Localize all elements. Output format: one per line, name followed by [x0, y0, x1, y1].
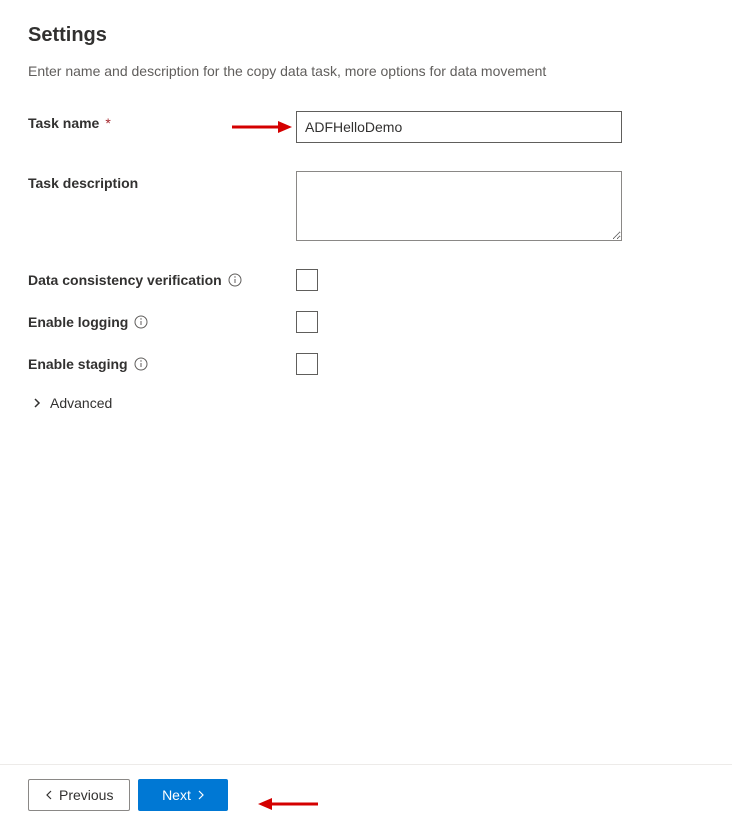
task-description-label: Task description	[28, 171, 296, 191]
task-name-label-text: Task name	[28, 115, 99, 131]
task-description-label-text: Task description	[28, 175, 138, 191]
page-subtitle: Enter name and description for the copy …	[28, 63, 704, 79]
next-button[interactable]: Next	[138, 779, 228, 811]
task-description-row: Task description	[28, 171, 704, 241]
chevron-right-icon	[197, 790, 205, 800]
data-consistency-label: Data consistency verification	[28, 272, 296, 288]
data-consistency-row: Data consistency verification	[28, 269, 704, 291]
enable-staging-row: Enable staging	[28, 353, 704, 375]
advanced-toggle[interactable]: Advanced	[32, 395, 704, 411]
task-description-input[interactable]	[296, 171, 622, 241]
task-name-row: Task name *	[28, 111, 704, 143]
advanced-label: Advanced	[50, 395, 112, 411]
enable-logging-label: Enable logging	[28, 314, 296, 330]
task-name-input[interactable]	[296, 111, 622, 143]
info-icon[interactable]	[228, 273, 242, 287]
data-consistency-checkbox[interactable]	[296, 269, 318, 291]
required-marker: *	[105, 115, 110, 131]
previous-button-label: Previous	[59, 787, 113, 803]
footer-bar: Previous Next	[0, 764, 732, 825]
enable-staging-checkbox[interactable]	[296, 353, 318, 375]
info-icon[interactable]	[134, 357, 148, 371]
data-consistency-label-text: Data consistency verification	[28, 272, 222, 288]
enable-logging-row: Enable logging	[28, 311, 704, 333]
chevron-left-icon	[45, 790, 53, 800]
info-icon[interactable]	[134, 315, 148, 329]
previous-button[interactable]: Previous	[28, 779, 130, 811]
enable-staging-label: Enable staging	[28, 356, 296, 372]
enable-logging-checkbox[interactable]	[296, 311, 318, 333]
page-title: Settings	[28, 24, 704, 47]
chevron-right-icon	[32, 398, 42, 408]
enable-staging-label-text: Enable staging	[28, 356, 128, 372]
next-button-label: Next	[162, 787, 191, 803]
enable-logging-label-text: Enable logging	[28, 314, 128, 330]
task-name-label: Task name *	[28, 111, 296, 131]
